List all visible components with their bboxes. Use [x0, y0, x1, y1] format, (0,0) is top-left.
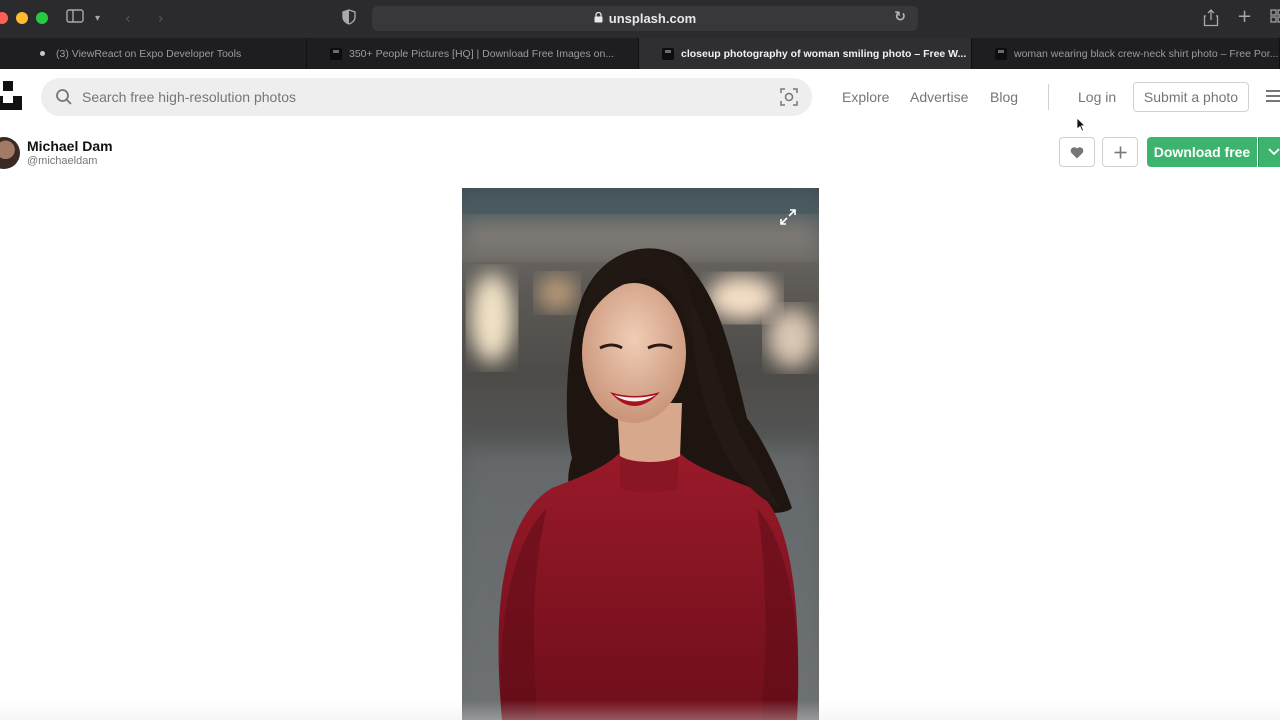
search-bar [41, 78, 812, 116]
unsplash-logo[interactable] [0, 81, 24, 111]
share-icon[interactable] [1203, 9, 1219, 33]
shield-icon[interactable] [342, 9, 356, 31]
search-input[interactable] [82, 78, 782, 116]
login-link[interactable]: Log in [1078, 88, 1116, 106]
unsplash-icon [330, 48, 342, 60]
chevron-down-icon[interactable]: ▾ [95, 9, 100, 29]
add-to-collection-button[interactable] [1102, 137, 1138, 167]
chevron-down-icon [1268, 148, 1280, 156]
nav-divider [1048, 84, 1049, 110]
photo-image [462, 188, 819, 720]
unsplash-icon [662, 48, 674, 60]
back-arrow-icon[interactable]: ‹ [125, 9, 131, 29]
tab-people-pictures[interactable]: 350+ People Pictures [HQ] | Download Fre… [307, 38, 639, 69]
window-controls [0, 12, 48, 24]
like-button[interactable] [1059, 137, 1095, 167]
address-bar[interactable]: unsplash.com ↻ [372, 6, 918, 31]
author-name[interactable]: Michael Dam [27, 138, 113, 154]
nav-blog[interactable]: Blog [990, 88, 1018, 106]
hamburger-menu-icon[interactable] [1266, 90, 1280, 102]
author-handle[interactable]: @michaeldam [27, 155, 97, 167]
minimize-window-button[interactable] [16, 12, 28, 24]
tab-closeup-woman[interactable]: closeup photography of woman smiling pho… [639, 38, 972, 69]
nav-advertise[interactable]: Advertise [910, 88, 968, 106]
tab-label: (3) ViewReact on Expo Developer Tools [56, 47, 242, 60]
bottom-shadow [0, 700, 1280, 720]
reload-icon[interactable]: ↻ [894, 9, 906, 25]
main-photo[interactable] [462, 188, 819, 720]
browser-toolbar: ▾ ‹ › unsplash.com ↻ + [0, 0, 1280, 38]
visual-search-icon[interactable] [780, 88, 798, 106]
tab-bar: (3) ViewReact on Expo Developer Tools 35… [0, 38, 1280, 69]
maximize-window-button[interactable] [36, 12, 48, 24]
tab-label: woman wearing black crew-neck shirt phot… [1014, 47, 1279, 60]
tab-expo[interactable]: (3) ViewReact on Expo Developer Tools [0, 38, 307, 69]
download-options-button[interactable] [1258, 137, 1280, 167]
forward-arrow-icon[interactable]: › [158, 9, 164, 29]
address-url: unsplash.com [608, 11, 697, 26]
heart-icon [1070, 146, 1084, 158]
tab-woman-black-shirt[interactable]: woman wearing black crew-neck shirt phot… [972, 38, 1280, 69]
mouse-cursor-icon [1076, 117, 1086, 132]
plus-icon [1114, 146, 1126, 158]
submit-photo-button[interactable]: Submit a photo [1133, 82, 1249, 112]
dot-icon [40, 51, 45, 56]
expand-icon[interactable] [779, 208, 797, 226]
search-icon[interactable] [55, 88, 73, 106]
tab-label: closeup photography of woman smiling pho… [681, 47, 967, 60]
nav-explore[interactable]: Explore [842, 88, 889, 106]
tab-label: 350+ People Pictures [HQ] | Download Fre… [349, 47, 615, 60]
tab-overview-icon[interactable] [1270, 9, 1280, 29]
download-button[interactable]: Download free [1147, 137, 1257, 167]
new-tab-icon[interactable]: + [1237, 7, 1252, 27]
unsplash-icon [995, 48, 1007, 60]
sidebar-toggle-icon[interactable] [66, 9, 84, 29]
lock-icon [594, 11, 603, 26]
avatar[interactable] [0, 137, 20, 169]
close-window-button[interactable] [0, 12, 8, 24]
